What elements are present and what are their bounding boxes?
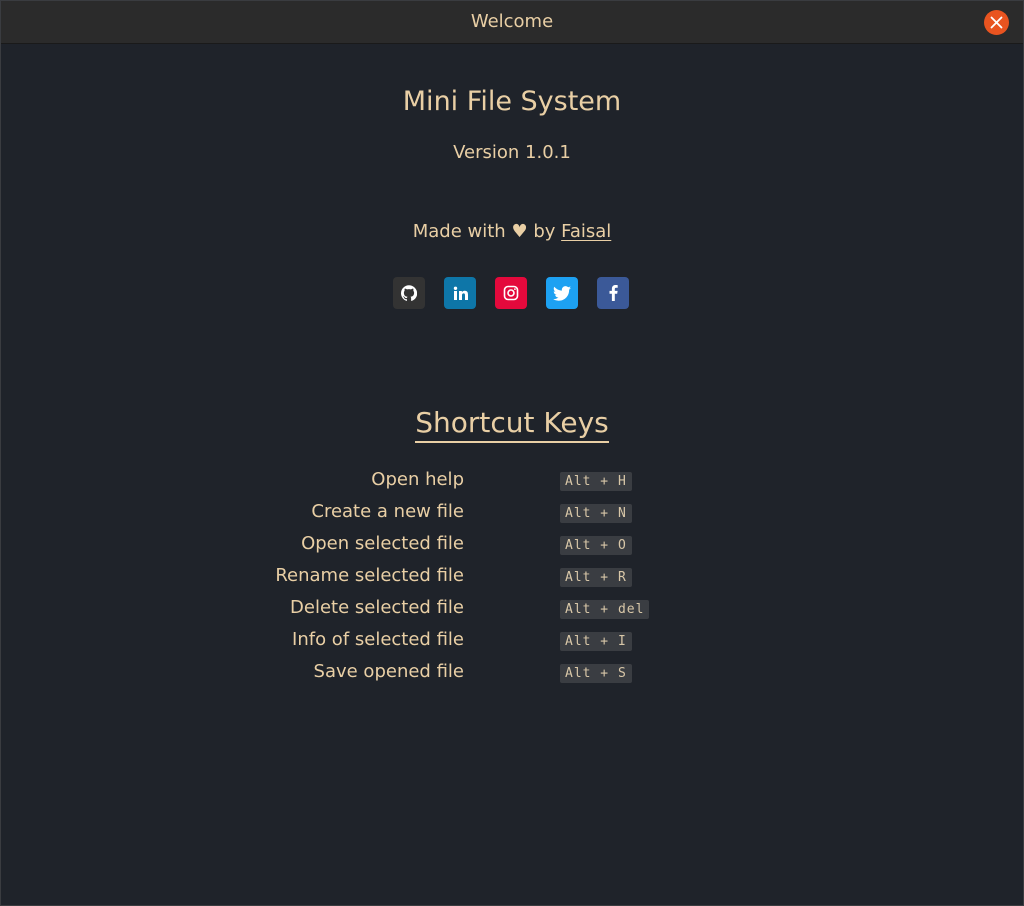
title-bar[interactable]: Welcome <box>1 1 1023 44</box>
window-title: Welcome <box>470 11 554 32</box>
shortcut-label: Save opened file <box>313 661 464 682</box>
shortcut-keys: Alt + I <box>560 632 632 651</box>
twitter-link[interactable] <box>546 277 578 309</box>
heart-icon: ♥ <box>511 221 528 242</box>
close-icon <box>990 16 1003 29</box>
shortcut-row-save-file: Save opened file Alt + S <box>1 657 1023 689</box>
shortcut-row-delete-file: Delete selected file Alt + del <box>1 593 1023 625</box>
close-button[interactable] <box>984 10 1009 35</box>
shortcut-keys: Alt + O <box>560 536 632 555</box>
shortcut-row-open-help: Open help Alt + H <box>1 465 1023 497</box>
by-text: by <box>533 221 556 242</box>
linkedin-icon <box>453 286 468 300</box>
shortcuts-heading-text: Shortcut Keys <box>415 406 609 443</box>
shortcut-label: Rename selected file <box>275 565 464 586</box>
welcome-window: Welcome Mini File System Version 1.0.1 M… <box>0 0 1024 906</box>
facebook-icon <box>609 285 618 301</box>
linkedin-link[interactable] <box>444 277 476 309</box>
version-label: Version 1.0.1 <box>453 142 571 163</box>
social-links <box>393 277 629 309</box>
shortcut-row-open-file: Open selected file Alt + O <box>1 529 1023 561</box>
shortcut-keys: Alt + del <box>560 600 650 619</box>
shortcut-label: Open help <box>371 469 464 490</box>
shortcut-list: Open help Alt + H Create a new file Alt … <box>1 465 1023 689</box>
shortcut-row-file-info: Info of selected file Alt + I <box>1 625 1023 657</box>
shortcut-keys: Alt + H <box>560 472 632 491</box>
shortcut-row-create-file: Create a new file Alt + N <box>1 497 1023 529</box>
shortcut-label: Delete selected file <box>290 597 464 618</box>
app-title: Mini File System <box>402 86 622 117</box>
shortcut-keys: Alt + R <box>560 568 632 587</box>
shortcut-label: Info of selected file <box>292 629 464 650</box>
shortcut-label: Open selected file <box>301 533 464 554</box>
made-with-line: Made with ♥ by Faisal <box>1 221 1023 242</box>
shortcuts-heading: Shortcut Keys <box>1 406 1023 443</box>
shortcut-label: Create a new file <box>311 501 464 522</box>
shortcut-row-rename-file: Rename selected file Alt + R <box>1 561 1023 593</box>
shortcut-keys: Alt + N <box>560 504 632 523</box>
github-icon <box>401 285 417 301</box>
github-link[interactable] <box>393 277 425 309</box>
author-link[interactable]: Faisal <box>561 221 611 242</box>
twitter-icon <box>553 285 571 301</box>
instagram-link[interactable] <box>495 277 527 309</box>
instagram-icon <box>503 285 519 301</box>
facebook-link[interactable] <box>597 277 629 309</box>
shortcut-keys: Alt + S <box>560 664 632 683</box>
made-with-text: Made with <box>412 221 506 242</box>
